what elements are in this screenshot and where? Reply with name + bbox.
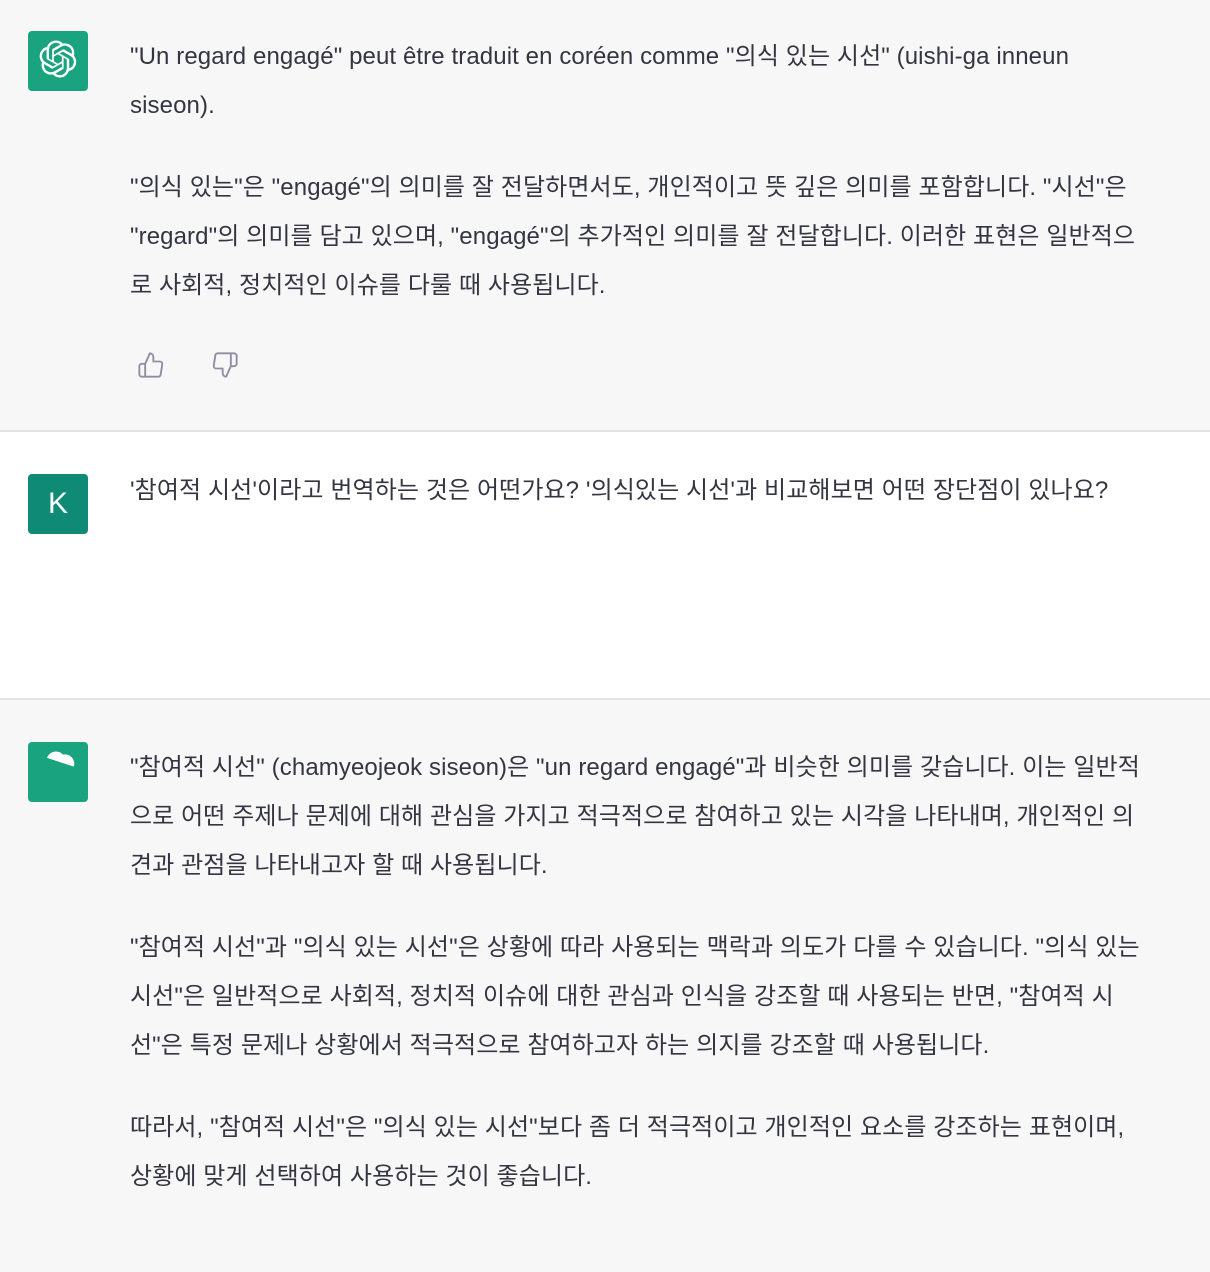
thumbs-down-icon[interactable]	[208, 348, 242, 382]
assistant-message-text: "Un regard engagé" peut être traduit en …	[130, 32, 1140, 310]
openai-logo-icon	[39, 39, 77, 83]
assistant-avatar	[28, 31, 88, 91]
feedback-controls	[134, 348, 242, 382]
message-paragraph: 따라서, "참여적 시선"은 "의식 있는 시선"보다 좀 더 적극적이고 개인…	[130, 1114, 1125, 1190]
message-paragraph: "참여적 시선"과 "의식 있는 시선"은 상황에 따라 사용되는 맥락과 의도…	[130, 934, 1140, 1059]
user-message-text: '참여적 시선'이라고 번역하는 것은 어떤가요? '의식있는 시선'과 비교해…	[130, 470, 1140, 512]
assistant-message: "참여적 시선" (chamyeojeok siseon)은 "un regar…	[0, 700, 1210, 1272]
message-paragraph: '참여적 시선'이라고 번역하는 것은 어떤가요? '의식있는 시선'과 비교해…	[130, 477, 1109, 504]
thumbs-up-icon[interactable]	[134, 348, 168, 382]
message-paragraph: "의식 있는"은 "engagé"의 의미를 잘 전달하면서도, 개인적이고 뜻…	[130, 174, 1136, 299]
user-avatar-letter: K	[47, 487, 68, 520]
openai-logo-icon	[39, 750, 77, 794]
message-paragraph: "참여적 시선" (chamyeojeok siseon)은 "un regar…	[130, 754, 1140, 879]
user-avatar: K	[28, 474, 88, 534]
assistant-avatar	[28, 742, 88, 802]
assistant-message-text: "참여적 시선" (chamyeojeok siseon)은 "un regar…	[130, 743, 1140, 1201]
user-message: K '참여적 시선'이라고 번역하는 것은 어떤가요? '의식있는 시선'과 비…	[0, 432, 1210, 698]
message-paragraph: "Un regard engagé" peut être traduit en …	[130, 43, 1070, 119]
assistant-message: "Un regard engagé" peut être traduit en …	[0, 0, 1210, 430]
